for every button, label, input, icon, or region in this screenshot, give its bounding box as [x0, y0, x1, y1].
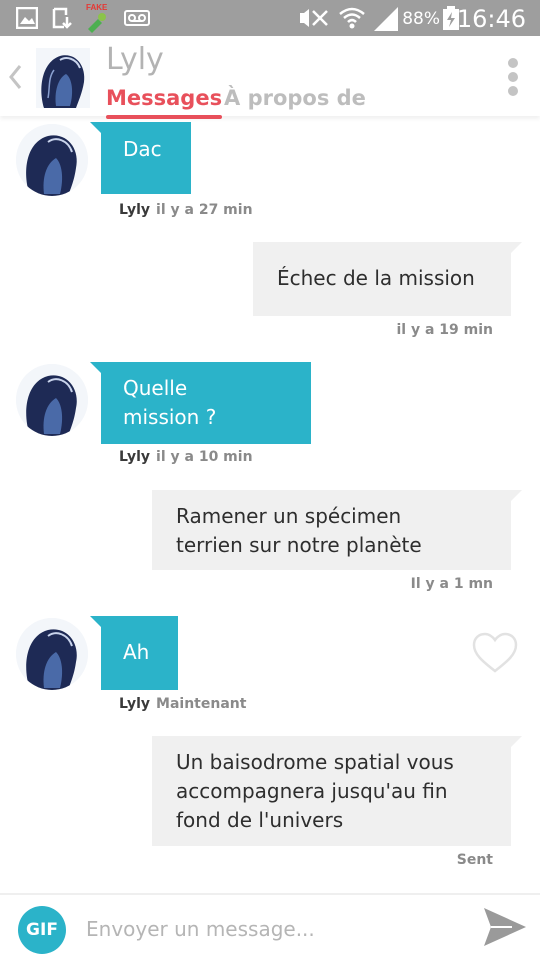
- wifi-icon: [339, 7, 365, 29]
- contact-name: Lyly: [106, 42, 164, 77]
- message-meta: Lyly il y a 10 min: [119, 449, 253, 465]
- fake-gps-icon: FAKE: [84, 3, 112, 33]
- message-input[interactable]: [86, 907, 456, 951]
- battery-percentage: 88%: [402, 9, 440, 29]
- message-bubble-outgoing[interactable]: Ramener un spécimen terrien sur notre pl…: [152, 490, 522, 570]
- message-line: mission ?: [123, 405, 217, 429]
- tab-about[interactable]: À propos de: [224, 86, 366, 110]
- contact-avatar[interactable]: [36, 48, 90, 108]
- message-composer: GIF: [0, 893, 540, 960]
- message-line: Un baisodrome spatial vous: [176, 750, 454, 774]
- message-line: Ramener un spécimen: [176, 504, 402, 528]
- message-sender: Lyly: [119, 449, 151, 465]
- back-chevron-icon[interactable]: [5, 62, 25, 92]
- avatar[interactable]: [16, 364, 88, 436]
- gif-button[interactable]: GIF: [18, 906, 66, 954]
- message-time: il y a 27 min: [156, 202, 253, 218]
- message-text: Échec de la mission: [277, 266, 475, 290]
- message-sender: Lyly: [119, 696, 151, 712]
- voicemail-icon: [124, 10, 150, 26]
- message-line: accompagnera jusqu'au fin: [176, 779, 448, 803]
- status-bar: FAKE 88% 16:46: [0, 0, 540, 36]
- message-time: Maintenant: [156, 696, 247, 712]
- message-time: il y a 10 min: [156, 449, 253, 465]
- message-text: Ah: [123, 640, 150, 664]
- avatar[interactable]: [16, 618, 88, 690]
- message-text: Dac: [123, 137, 162, 161]
- message-status: Sent: [456, 852, 493, 868]
- message-line: terrien sur notre planète: [176, 533, 422, 557]
- mute-icon: [300, 9, 328, 27]
- message-meta: Lyly il y a 27 min: [119, 202, 253, 218]
- message-bubble-outgoing[interactable]: Un baisodrome spatial vous accompagnera …: [152, 736, 522, 846]
- message-line: fond de l'univers: [176, 808, 344, 832]
- tab-messages[interactable]: Messages: [106, 86, 223, 119]
- message-time: il y a 19 min: [396, 322, 493, 338]
- message-line: Quelle: [123, 376, 188, 400]
- message-bubble-incoming[interactable]: Quelle mission ?: [90, 362, 311, 444]
- avatar[interactable]: [16, 124, 88, 196]
- message-bubble-incoming[interactable]: Dac: [90, 122, 191, 194]
- message-sender: Lyly: [119, 202, 151, 218]
- message-bubble-outgoing[interactable]: Échec de la mission: [253, 242, 522, 316]
- conversation-header: Lyly Messages À propos de: [0, 36, 540, 119]
- download-icon: [52, 7, 72, 29]
- heart-icon[interactable]: [472, 632, 518, 674]
- message-time: Il y a 1 mn: [410, 576, 493, 592]
- message-bubble-incoming[interactable]: Ah: [90, 616, 178, 690]
- message-meta: Lyly Maintenant: [119, 696, 246, 712]
- signal-icon: [374, 7, 398, 31]
- clock: 16:46: [456, 5, 526, 33]
- gallery-icon: [16, 7, 38, 29]
- send-icon[interactable]: [482, 906, 528, 948]
- overflow-menu-icon[interactable]: [508, 58, 520, 98]
